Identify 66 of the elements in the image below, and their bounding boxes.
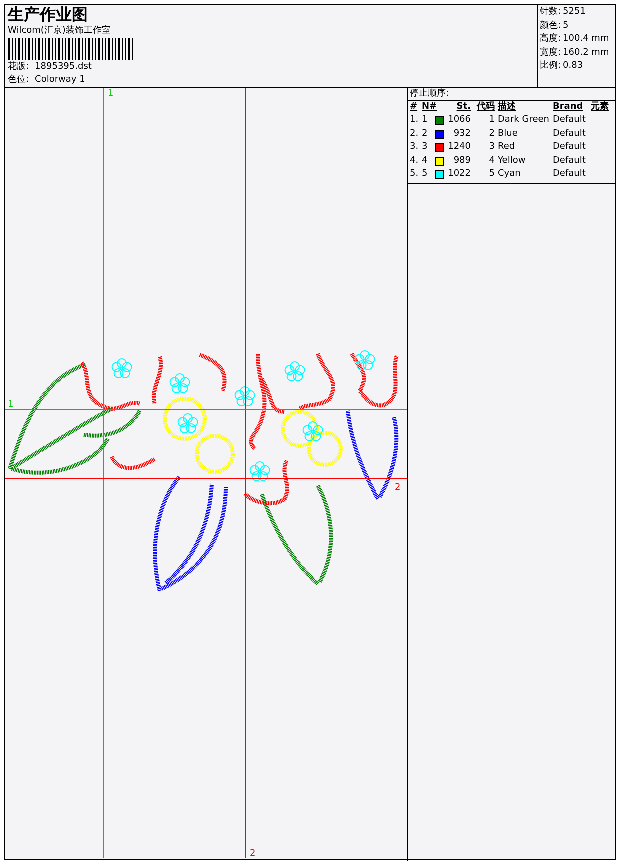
table-cell-text: 2 [488, 128, 495, 140]
guide-label: 2 [250, 849, 256, 858]
table-cell-text: Default [553, 141, 587, 154]
table-cell-text: Blue [497, 128, 519, 140]
stop-sequence-title: 停止顺序: [409, 88, 450, 100]
table-cell-text: 4 [488, 154, 495, 168]
stat-value: 160.2 mm [563, 46, 610, 60]
column-header: St. [456, 101, 471, 114]
table-cell-text: 1240 [447, 141, 471, 154]
stat-value: 0.83 [563, 60, 584, 73]
stat-label: 高度: [540, 33, 562, 46]
flower-outline-drawing [284, 362, 306, 382]
company-name: Wilcom(汇京)装饰工作室 [8, 25, 112, 37]
table-cell-text: 5 [422, 168, 429, 181]
table-cell-text: 1 [488, 114, 495, 127]
column-header: Brand [553, 101, 584, 114]
stat-label: 比例: [540, 60, 562, 73]
table-cell-text: 2. [410, 128, 420, 140]
flower-outline-drawing [178, 414, 198, 434]
table-cell-text: 4 [422, 154, 429, 168]
flower-outline-drawing [250, 462, 270, 482]
table-cell-text: 2 [422, 128, 429, 140]
column-header: 元素 [591, 101, 610, 114]
column-header: 描述 [497, 101, 517, 114]
colorway-label: 色位: [8, 74, 30, 86]
table-cell-text: Dark Green [497, 114, 550, 127]
design-file: 1895395.dst [35, 61, 92, 73]
table-cell-text: 3 [488, 141, 495, 154]
table-cell-text: 5 [488, 168, 495, 181]
flower-outline-drawing [170, 374, 190, 394]
table-cell-text: 5. [410, 168, 420, 181]
table-cell-text: 1022 [447, 168, 471, 181]
guide-label: 1 [8, 400, 14, 410]
table-cell-text: 1066 [447, 114, 471, 127]
table-cell-text: 1 [422, 114, 429, 127]
flower-outline-drawing [354, 350, 376, 370]
column-header: # [410, 101, 419, 114]
column-header: N# [422, 101, 435, 114]
guide-label: 1 [108, 89, 114, 99]
stat-label: 针数: [540, 6, 562, 19]
table-cell-text: 3. [410, 141, 420, 154]
stat-label: 宽度: [540, 46, 562, 60]
stat-value: 5 [563, 20, 569, 32]
stat-label: 颜色: [540, 20, 562, 32]
flower-outline-drawing [302, 422, 324, 442]
table-cell-text: Default [553, 114, 587, 127]
design-label: 花版: [8, 61, 30, 73]
table-cell-text: Default [553, 154, 587, 168]
flower-outline-drawing [112, 358, 132, 378]
table-cell-text: Cyan [497, 168, 522, 181]
table-cell-text: 989 [452, 154, 471, 168]
table-cell-text: 1. [410, 114, 420, 127]
stat-value: 5251 [563, 6, 586, 19]
table-cell-text: 3 [422, 141, 429, 154]
table-cell-text: Default [553, 128, 587, 140]
table-cell-text: 4. [410, 154, 420, 168]
flower-outline-drawing [234, 386, 256, 406]
guide-label: 2 [395, 483, 401, 493]
table-cell-text: Default [553, 168, 587, 181]
table-cell-text: Red [497, 141, 516, 154]
table-cell-text: Yellow [497, 154, 527, 168]
stat-value: 100.4 mm [563, 33, 610, 46]
table-cell-text: 932 [452, 128, 471, 140]
column-header: 代码 [476, 101, 495, 114]
colorway-value: Colorway 1 [35, 74, 86, 86]
page-title: 生产作业图 [8, 6, 89, 24]
